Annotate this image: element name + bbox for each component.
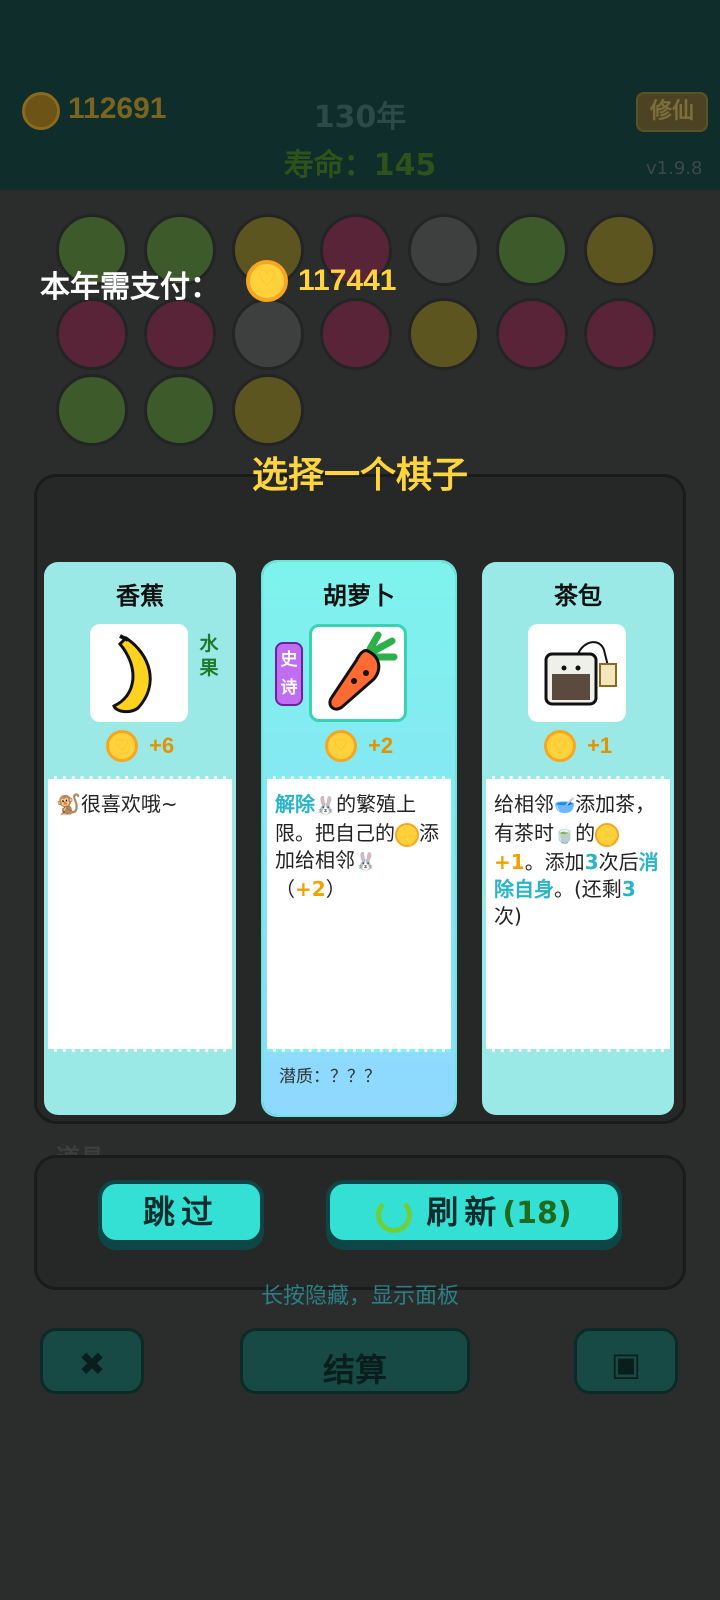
- choice-card-carrot[interactable]: 胡萝卜 史诗 +2 解除🐰的繁殖上限。把自己的添加给相邻🐰（+2） 潜质：？？？: [263, 562, 455, 1115]
- potential-label: 潜质：？？？: [279, 1067, 381, 1087]
- category-tag: 水果: [199, 633, 219, 679]
- inventory-item[interactable]: [584, 214, 656, 286]
- inventory-item[interactable]: [408, 298, 480, 370]
- inventory-item[interactable]: [144, 298, 216, 370]
- game-header: 112691 130年 寿命：145 修仙 v1.9.8: [0, 0, 720, 190]
- highlight-text: 解除: [275, 792, 315, 816]
- description-text: 。(还剩: [554, 877, 622, 901]
- heart-coin-icon: [246, 260, 288, 302]
- payment-amount: 117441: [298, 264, 397, 297]
- year-display: 130年: [313, 100, 407, 135]
- delete-button[interactable]: ✖: [40, 1328, 144, 1394]
- inventory-item[interactable]: [56, 298, 128, 370]
- card-description: 🐒很喜欢哦~: [48, 776, 232, 1052]
- choice-card-teabag[interactable]: 茶包 +1 给相邻🥣添加茶，有茶时🍵的+1。添加3次后消除自身。(还剩3次): [482, 562, 674, 1115]
- card-description: 解除🐰的繁殖上限。把自己的添加给相邻🐰（+2）: [267, 776, 451, 1052]
- inventory-item[interactable]: [56, 374, 128, 446]
- bonus-value: +1: [494, 850, 525, 874]
- description-text: 给相邻: [494, 792, 554, 816]
- heart-coin-icon: [324, 730, 357, 762]
- inventory-item[interactable]: [496, 298, 568, 370]
- inventory-item[interactable]: [408, 214, 480, 286]
- cultivate-button[interactable]: 修仙: [636, 92, 708, 132]
- rarity-badge: 史诗: [275, 642, 303, 706]
- description-text: ）: [325, 877, 346, 901]
- heart-coin-icon: [395, 822, 423, 855]
- value-row: +2: [263, 730, 455, 766]
- bag-button[interactable]: ▣: [574, 1328, 678, 1394]
- inventory-item[interactable]: [232, 374, 304, 446]
- carrot-icon: [309, 624, 407, 722]
- card-value: +2: [368, 733, 394, 758]
- refresh-label: 刷新: [426, 1193, 503, 1231]
- description-text: 🐒很喜欢哦~: [56, 792, 178, 816]
- inventory-item[interactable]: [584, 298, 656, 370]
- refresh-icon: [376, 1196, 413, 1233]
- card-value: +1: [587, 733, 613, 758]
- card-title: 茶包: [554, 582, 602, 610]
- inventory-item[interactable]: [144, 374, 216, 446]
- bowl-icon: 🥣: [554, 796, 576, 816]
- rabbit-icon: 🐰: [315, 796, 337, 816]
- choice-card-banana[interactable]: 香蕉 水果 +6 🐒很喜欢哦~: [44, 562, 236, 1115]
- highlight-text: 3: [621, 877, 636, 901]
- banana-icon: [90, 624, 188, 722]
- settle-button[interactable]: 结算: [240, 1328, 470, 1394]
- heart-coin-icon: [543, 730, 576, 762]
- card-value: +6: [149, 733, 175, 758]
- settle-label: 结算: [322, 1351, 387, 1389]
- refresh-count: (18): [502, 1196, 572, 1231]
- choose-piece-title: 选择一个棋子: [251, 455, 468, 496]
- inventory-item[interactable]: [320, 298, 392, 370]
- description-text: 。添加: [524, 850, 585, 874]
- version-label: v1.9.8: [646, 158, 703, 179]
- skip-label: 跳过: [142, 1193, 219, 1231]
- teabag-icon: [528, 624, 626, 722]
- refresh-button[interactable]: 刷新(18): [326, 1180, 622, 1244]
- skip-button[interactable]: 跳过: [98, 1180, 264, 1244]
- hide-panel-hint: 长按隐藏，显示面板: [260, 1284, 459, 1309]
- briefcase-icon: ▣: [610, 1345, 642, 1383]
- card-title: 香蕉: [116, 582, 164, 610]
- inventory-item[interactable]: [232, 298, 304, 370]
- bonus-value: +2: [295, 877, 326, 901]
- lifespan-display: 寿命：145: [283, 148, 437, 183]
- card-description: 给相邻🥣添加茶，有茶时🍵的+1。添加3次后消除自身。(还剩3次): [486, 776, 670, 1052]
- value-row: +1: [482, 730, 674, 766]
- description-text: 的: [575, 821, 596, 845]
- inventory-item[interactable]: [496, 214, 568, 286]
- description-text: （: [275, 877, 295, 901]
- card-title: 胡萝卜: [323, 582, 395, 610]
- description-text: 次): [494, 904, 522, 928]
- rabbit-icon: 🐰: [355, 852, 377, 872]
- heart-coin-icon: [105, 730, 138, 762]
- value-row: +6: [44, 730, 236, 766]
- heart-coin-icon: [595, 822, 623, 855]
- payment-label: 本年需支付：: [40, 270, 220, 305]
- tea-bowl-icon: 🍵: [554, 825, 576, 845]
- delete-icon: ✖: [78, 1345, 106, 1383]
